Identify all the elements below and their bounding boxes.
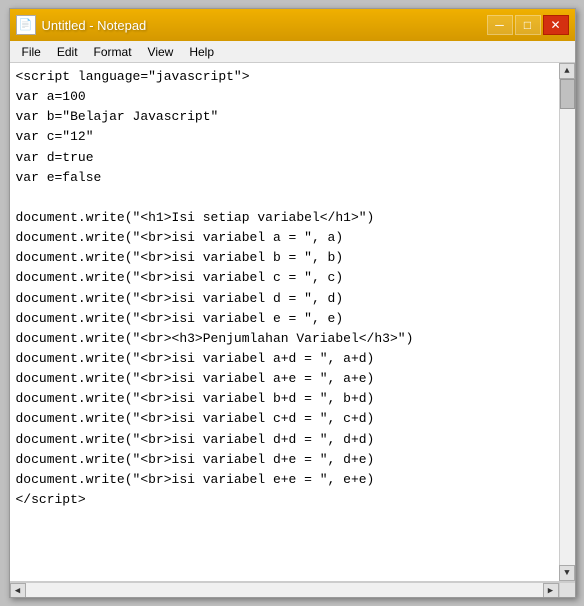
title-bar-left: 📄 Untitled - Notepad bbox=[16, 15, 147, 35]
menu-format[interactable]: Format bbox=[86, 43, 140, 61]
scrollbar-corner bbox=[559, 582, 575, 597]
bottom-bar: ◀ ▶ bbox=[10, 581, 575, 597]
title-bar: 📄 Untitled - Notepad ─ □ ✕ bbox=[10, 9, 575, 41]
editor-area: <script language="javascript"> var a=100… bbox=[10, 63, 575, 597]
app-icon-glyph: 📄 bbox=[19, 18, 33, 32]
scroll-up-button[interactable]: ▲ bbox=[559, 63, 575, 79]
scroll-left-button[interactable]: ◀ bbox=[10, 583, 26, 598]
maximize-button[interactable]: □ bbox=[515, 15, 541, 35]
scrollbar-thumb[interactable] bbox=[560, 79, 575, 109]
hscroll-track[interactable] bbox=[26, 583, 543, 598]
menu-help[interactable]: Help bbox=[181, 43, 222, 61]
editor-main: <script language="javascript"> var a=100… bbox=[10, 63, 575, 581]
editor-content[interactable]: <script language="javascript"> var a=100… bbox=[10, 63, 559, 581]
scroll-down-button[interactable]: ▼ bbox=[559, 565, 575, 581]
close-button[interactable]: ✕ bbox=[543, 15, 569, 35]
scrollbar-vertical: ▲ ▼ bbox=[559, 63, 575, 581]
menu-view[interactable]: View bbox=[140, 43, 182, 61]
scrollbar-track[interactable] bbox=[560, 79, 575, 565]
window-title: Untitled - Notepad bbox=[42, 18, 147, 33]
minimize-button[interactable]: ─ bbox=[487, 15, 513, 35]
scrollbar-horizontal: ◀ ▶ bbox=[10, 582, 559, 597]
menu-file[interactable]: File bbox=[14, 43, 49, 61]
window-controls: ─ □ ✕ bbox=[487, 15, 569, 35]
scroll-right-button[interactable]: ▶ bbox=[543, 583, 559, 598]
notepad-window: 📄 Untitled - Notepad ─ □ ✕ File Edit For… bbox=[9, 8, 576, 598]
menu-edit[interactable]: Edit bbox=[49, 43, 86, 61]
menu-bar: File Edit Format View Help bbox=[10, 41, 575, 63]
app-icon: 📄 bbox=[16, 15, 36, 35]
